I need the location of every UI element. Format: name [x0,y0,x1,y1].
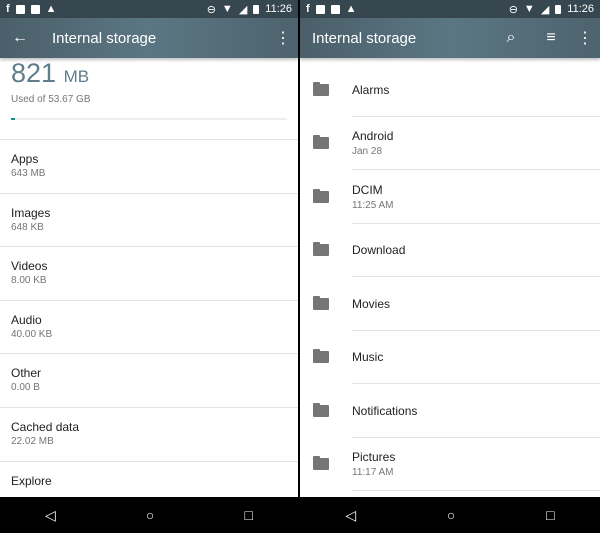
folder-icon [313,456,329,471]
used-unit: MB [63,67,90,86]
home-nav-button[interactable]: ○ [146,507,154,523]
image-icon [15,4,25,14]
page-title: Internal storage [312,29,417,47]
files-panel: f ▲ ⊖ ▼ ◢ 11:26 Internal storage ⌕ ≡ ⋮ Alarm… [300,0,600,497]
storage-category-item[interactable]: Explore [0,460,298,497]
battery-icon [555,4,562,14]
item-title: Images [11,205,51,220]
image-icon [315,4,325,14]
folder-item[interactable]: Notifications [300,384,600,438]
search-icon[interactable]: ⌕ [499,29,523,47]
folder-icon [313,188,329,203]
storage-category-item[interactable]: Apps 643 MB [0,139,298,193]
recents-nav-button[interactable]: □ [546,507,554,523]
folder-item[interactable]: Music [300,331,600,385]
home-nav-button[interactable]: ○ [447,507,455,523]
item-size: 22.02 MB [11,435,54,447]
signal-icon: ◢ [540,3,550,16]
sort-icon[interactable]: ≡ [539,29,563,47]
back-nav-button[interactable]: ◁ [45,507,56,524]
folder-icon [313,81,329,96]
folder-item[interactable]: Pictures 11:17 AM [300,438,600,492]
nav-bar: ◁ ○ □ [0,497,298,533]
used-size: 821 MB [0,58,298,92]
facebook-icon: f [306,3,310,15]
folder-item[interactable]: Movies [300,277,600,331]
storage-category-item[interactable]: Audio 40.00 KB [0,299,298,354]
folder-item[interactable]: Alarms [300,63,600,117]
facebook-icon: f [6,3,10,15]
do-not-disturb-icon: ⊖ [508,3,518,16]
more-options-button[interactable]: ⋮ [271,28,295,48]
storage-panel: f ▲ ⊖ ▼ ◢ 11:26 ← Internal storage ⋮ 821 MB … [0,0,298,497]
page-title: Internal storage [52,29,157,47]
warning-icon: ▲ [345,3,357,15]
item-title: Apps [11,152,39,166]
folder-icon [313,242,329,257]
item-title: Cached data [11,419,80,434]
item-size: 40.00 KB [11,328,53,340]
storage-category-item[interactable]: Videos 8.00 KB [0,246,298,300]
folder-date: 11:17 AM [352,467,394,479]
do-not-disturb-icon: ⊖ [206,3,216,16]
item-title: Explore [11,473,52,488]
used-of-label: Used of 53.67 GB [11,94,91,105]
folder-name: Download [352,243,406,258]
folder-name: Alarms [352,82,390,97]
storage-category-item[interactable]: Other 0.00 B [0,353,298,407]
used-value: 821 [11,58,57,88]
item-size: 0.00 B [11,382,40,394]
folder-name: Music [352,350,384,365]
folder-item[interactable]: DCIM 11:25 AM [300,170,600,224]
folder-name: Notifications [352,403,418,418]
folder-date: Jan 28 [352,146,383,158]
folder-date: 11:25 AM [352,199,394,211]
warning-icon: ▲ [45,3,57,15]
clock: 11:26 [567,3,594,15]
gmail-icon [330,4,340,14]
wifi-icon: ▼ [523,3,535,15]
folder-name: DCIM [352,182,383,197]
storage-progress-bar [11,118,287,120]
toolbar: ← Internal storage ⋮ [0,18,298,58]
item-size: 8.00 KB [11,275,47,287]
folder-icon [313,135,329,150]
toolbar: Internal storage ⌕ ≡ ⋮ [300,18,600,58]
storage-category-item[interactable]: Cached data 22.02 MB [0,406,298,461]
item-size: 648 KB [11,221,44,233]
battery-icon [253,4,260,14]
folder-name: Movies [352,296,391,311]
folder-icon [313,349,329,364]
clock: 11:26 [265,3,292,15]
signal-icon: ◢ [238,3,248,16]
nav-bar: ◁ ○ □ [300,497,600,533]
folder-name: Pictures [352,450,396,465]
folder-icon [313,402,329,417]
back-button[interactable]: ← [8,29,32,47]
more-options-button[interactable]: ⋮ [573,28,597,48]
status-bar: f ▲ ⊖ ▼ ◢ 11:26 [0,0,298,18]
item-size: 643 MB [11,168,46,179]
recents-nav-button[interactable]: □ [244,507,252,523]
folder-item[interactable]: Download [300,224,600,278]
item-title: Audio [11,312,42,327]
item-title: Videos [11,259,48,274]
folder-name: Android [352,129,394,144]
folder-icon [313,295,329,310]
storage-progress-fill [11,118,16,120]
folder-item[interactable]: Android Jan 28 [300,117,600,171]
back-nav-button[interactable]: ◁ [345,507,356,524]
status-bar: f ▲ ⊖ ▼ ◢ 11:26 [300,0,600,18]
storage-category-item[interactable]: Images 648 KB [0,192,298,247]
gmail-icon [30,4,40,14]
wifi-icon: ▼ [221,3,233,15]
item-title: Other [11,366,42,381]
